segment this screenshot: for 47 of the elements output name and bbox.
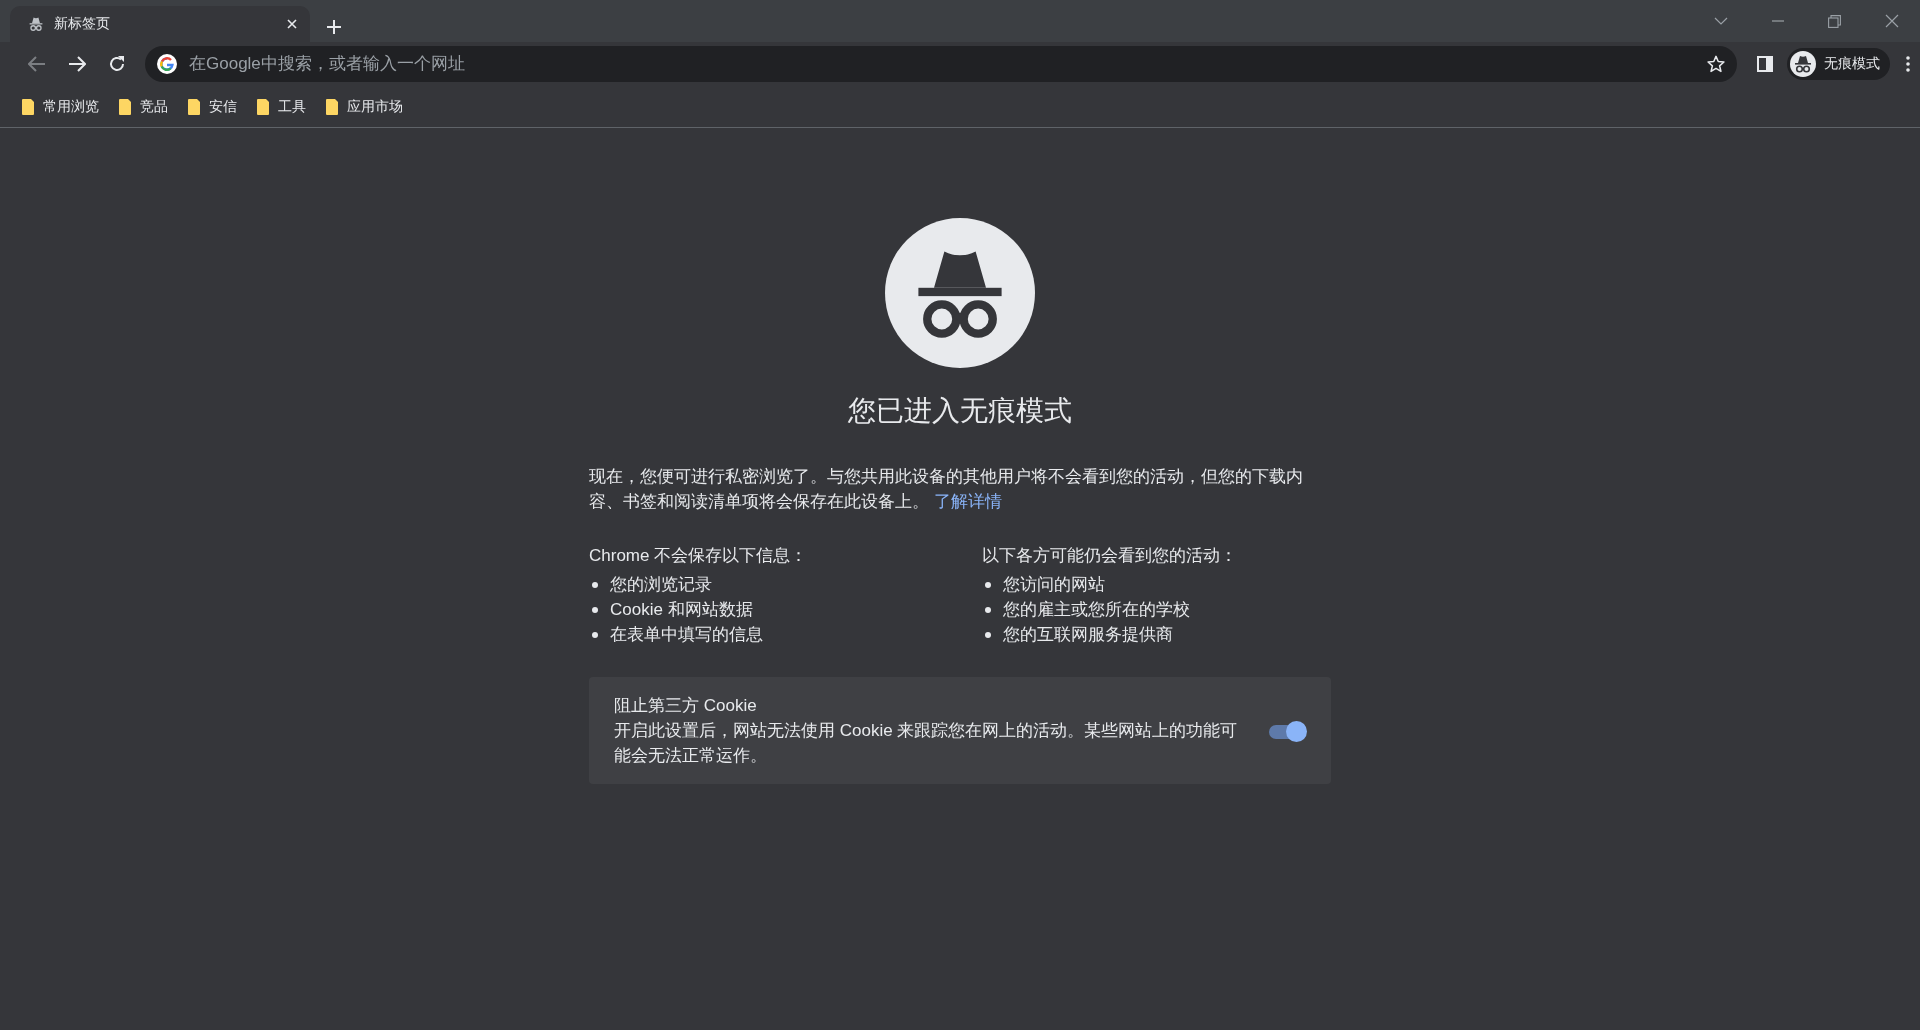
- restore-icon[interactable]: [1828, 14, 1841, 28]
- list-item: 您的浏览记录: [610, 574, 712, 596]
- chevron-down-icon[interactable]: [1713, 17, 1728, 25]
- bullet-icon: [592, 581, 598, 588]
- intro-paragraph: 现在，您便可进行私密浏览了。与您共用此设备的其他用户将不会看到您的活动，但您的下载内容、书签和阅读清单项将会保存在此设备上。 了解详情: [589, 466, 1304, 513]
- page-title: 您已进入无痕模式: [847, 394, 1073, 428]
- forward-arrow-icon[interactable]: [68, 56, 86, 72]
- reload-icon[interactable]: [108, 55, 126, 73]
- toggle-switch[interactable]: [1267, 720, 1307, 741]
- bullet-icon: [592, 606, 598, 613]
- folder-icon: [119, 98, 131, 115]
- bullet-icon: [592, 631, 598, 638]
- list-item: Cookie 和网站数据: [610, 599, 753, 621]
- folder-icon: [326, 98, 338, 115]
- new-tab-icon[interactable]: [326, 19, 342, 35]
- incognito-icon: [1793, 55, 1813, 73]
- folder-icon: [22, 98, 34, 115]
- bookmark-item[interactable]: 工具: [249, 93, 314, 120]
- bookmark-item[interactable]: 安信: [180, 93, 245, 120]
- close-icon[interactable]: [1884, 14, 1899, 28]
- minimize-icon[interactable]: [1771, 20, 1784, 22]
- bookmark-item[interactable]: 常用浏览: [14, 93, 107, 120]
- menu-icon[interactable]: [1906, 56, 1910, 72]
- list-heading: 以下各方可能仍会看到您的活动：: [982, 545, 1238, 567]
- profile-button[interactable]: 无痕模式: [1787, 48, 1890, 80]
- cookie-setting-description: 开启此设置后，网站无法使用 Cookie 来跟踪您在网上的活动。某些网站上的功能可能会无法正常运作。: [614, 720, 1239, 767]
- address-field[interactable]: 在Google中搜索，或者输入一个网址: [187, 53, 1697, 75]
- side-panel-icon[interactable]: [1757, 56, 1773, 72]
- bullet-icon: [985, 606, 991, 613]
- bullet-icon: [985, 581, 991, 588]
- list-item: 您访问的网站: [1003, 574, 1105, 596]
- browser-tab[interactable]: 新标签页: [10, 6, 310, 42]
- folder-icon: [188, 98, 200, 115]
- incognito-icon: [28, 16, 44, 32]
- bookmark-item[interactable]: 应用市场: [318, 93, 411, 120]
- bookmark-item[interactable]: 竞品: [111, 93, 176, 120]
- folder-icon: [257, 98, 269, 115]
- cookie-setting-title: 阻止第三方 Cookie: [614, 695, 758, 717]
- list-item: 您的雇主或您所在的学校: [1003, 599, 1190, 621]
- google-logo-icon: [157, 54, 177, 74]
- list-item: 在表单中填写的信息: [610, 624, 763, 646]
- address-bar[interactable]: 在Google中搜索，或者输入一个网址: [145, 46, 1737, 82]
- list-item: 您的互联网服务提供商: [1003, 624, 1173, 646]
- bullet-icon: [985, 631, 991, 638]
- list-heading: Chrome 不会保存以下信息：: [589, 545, 809, 567]
- star-icon[interactable]: [1707, 55, 1725, 73]
- learn-more-link[interactable]: 了解详情: [933, 492, 1002, 511]
